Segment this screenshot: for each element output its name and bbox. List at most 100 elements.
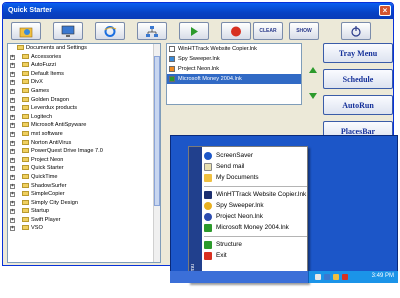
power-button[interactable] [341, 22, 371, 40]
menu-side-banner: Menu [189, 147, 202, 282]
menu-item-structure[interactable]: Structure [204, 240, 242, 250]
tree-item[interactable]: + Simply City Design [8, 199, 160, 208]
expand-icon[interactable]: + [10, 174, 15, 180]
expand-icon[interactable]: + [10, 226, 15, 232]
close-button[interactable]: × [379, 5, 391, 16]
expand-icon[interactable]: + [10, 140, 15, 146]
menu-item-exit[interactable]: Exit [204, 251, 227, 261]
tree-item[interactable]: + Leverdux products [8, 104, 160, 113]
expand-icon[interactable]: + [10, 71, 15, 77]
tree-item[interactable]: + Quick Starter [8, 164, 160, 173]
expand-icon[interactable]: + [10, 54, 15, 60]
shortcut-icon [169, 46, 175, 52]
expand-icon[interactable]: + [10, 183, 15, 189]
tree-item[interactable]: + AutoFuzzi [8, 61, 160, 70]
expand-icon[interactable]: + [10, 131, 15, 137]
internet-explorer-button[interactable] [95, 22, 125, 40]
play-button[interactable] [179, 22, 209, 40]
tree-item[interactable]: + Default Items [8, 70, 160, 79]
expand-icon[interactable]: + [10, 200, 15, 206]
tree-item[interactable]: + QuickTime [8, 173, 160, 182]
show-button[interactable]: SHOW [289, 22, 319, 40]
tree-item[interactable]: + Games [8, 87, 160, 96]
exit-icon [204, 252, 212, 260]
tree-item[interactable]: + Swift Player [8, 216, 160, 225]
shortcut-icon [169, 56, 175, 62]
list-item-selected[interactable]: Microsoft Money 2004.lnk [167, 74, 301, 84]
tray-app-icon[interactable] [342, 274, 348, 280]
expand-icon[interactable]: + [10, 149, 15, 155]
menu-item-project-neon[interactable]: Project Neon.lnk [204, 212, 263, 222]
clear-button[interactable]: CLEAR [253, 22, 283, 40]
tree-item[interactable]: + Microsoft AntiSpyware [8, 121, 160, 130]
menu-item-send-mail[interactable]: Send mail [204, 162, 244, 172]
tree-item[interactable]: + PowerQuest Drive Image 7.0 [8, 147, 160, 156]
tree-item[interactable]: + Startup [8, 207, 160, 216]
expand-icon[interactable]: + [10, 80, 15, 86]
menu-item-my-documents[interactable]: My Documents [204, 173, 259, 183]
monitor-button[interactable] [53, 22, 83, 40]
folder-icon [22, 87, 29, 93]
tree-item[interactable]: + Accessories [8, 53, 160, 62]
expand-icon[interactable]: + [10, 106, 15, 112]
expand-icon[interactable]: + [10, 157, 15, 163]
tree-item[interactable]: + SimpleCopier [8, 190, 160, 199]
expand-icon[interactable]: + [10, 63, 15, 69]
scroll-thumb[interactable] [154, 56, 160, 206]
expand-icon[interactable]: + [10, 217, 15, 223]
expand-icon[interactable]: + [10, 114, 15, 120]
menu-item-spy-sweeper[interactable]: Spy Sweeper.lnk [204, 201, 264, 211]
folder-globe-button[interactable] [11, 22, 41, 40]
menu-item-winhttrack[interactable]: WinHTTrack Website Copier.lnk [204, 190, 306, 200]
tree-root[interactable]: Documents and Settings [8, 44, 160, 53]
list-item[interactable]: Spy Sweeper.lnk [167, 54, 301, 64]
network-button[interactable] [137, 22, 167, 40]
system-tray: 3:49 PM [308, 271, 398, 283]
move-down-icon[interactable] [309, 93, 317, 99]
expand-icon[interactable]: + [10, 209, 15, 215]
schedule-button[interactable]: Schedule [323, 69, 393, 89]
list-item[interactable]: Project Neon.lnk [167, 64, 301, 74]
move-up-icon[interactable] [309, 67, 317, 73]
tray-app-icon[interactable] [324, 274, 330, 280]
toolbar: CLEAR SHOW [7, 22, 391, 41]
menu-item-microsoft-money[interactable]: Microsoft Money 2004.lnk [204, 223, 289, 233]
tree-item[interactable]: + Norton AntiVirus [8, 139, 160, 148]
tree-item[interactable]: + Logitech [8, 113, 160, 122]
menu-item-screensaver[interactable]: ScreenSaver [204, 151, 253, 161]
tray-app-icon[interactable] [315, 274, 321, 280]
folder-icon [22, 182, 29, 188]
folder-tree[interactable]: Documents and Settings + Accessories + Auto… [7, 43, 161, 263]
folder-icon [22, 139, 29, 145]
shortcut-list[interactable]: WinHTTrack Website Copier.lnk Spy Sweepe… [166, 43, 302, 105]
folder-icon [22, 105, 29, 111]
expand-icon[interactable]: + [10, 192, 15, 198]
clock: 3:49 PM [371, 273, 394, 279]
expand-icon[interactable]: + [10, 88, 15, 94]
tree-item[interactable]: + Golden Dragon [8, 96, 160, 105]
title-bar[interactable]: Quick Starter × [3, 3, 393, 19]
folder-icon [22, 156, 29, 162]
list-item[interactable]: WinHTTrack Website Copier.lnk [167, 44, 301, 54]
taskbar: 3:49 PM [170, 271, 398, 283]
stop-button[interactable] [221, 22, 251, 40]
folder-icon [204, 174, 212, 182]
tree-item[interactable]: + ShadowSurfer [8, 182, 160, 191]
stop-icon [231, 26, 241, 36]
tray-menu-button[interactable]: Tray Menu [323, 43, 393, 63]
folder-icon [22, 216, 29, 222]
shortcut-icon [169, 66, 175, 72]
expand-icon[interactable]: + [10, 97, 15, 103]
tray-app-icon[interactable] [333, 274, 339, 280]
reorder-arrows [308, 45, 318, 119]
tree-item[interactable]: + VSO [8, 224, 160, 233]
expand-icon[interactable]: + [10, 123, 15, 129]
autorun-button[interactable]: AutoRun [323, 95, 393, 115]
expand-icon[interactable]: + [10, 166, 15, 172]
winhttrack-icon [204, 191, 212, 199]
tree-item[interactable]: + DivX [8, 78, 160, 87]
separator [204, 186, 307, 187]
tree-item[interactable]: + Project Neon [8, 156, 160, 165]
tree-scrollbar[interactable] [153, 44, 160, 262]
tree-item[interactable]: + mxt software [8, 130, 160, 139]
